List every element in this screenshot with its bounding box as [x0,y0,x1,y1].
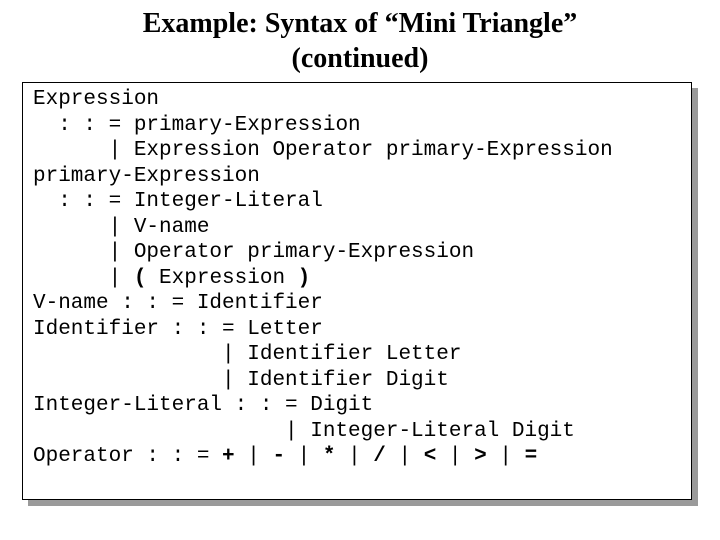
line-8a: | [33,267,134,290]
line-7: | Operator primary-Expression [33,241,474,264]
lparen-bold: ( [134,267,147,290]
grammar-box-wrap: Expression : : = primary-Expression | Ex… [22,82,698,506]
line-9: V-name : : = Identifier [33,292,323,315]
line-10: Identifier : : = Letter [33,318,323,341]
op-plus: + [222,445,235,468]
op-lt: < [424,445,437,468]
sep-2: | [285,445,323,468]
op-gt: > [474,445,487,468]
line-13: Integer-Literal : : = Digit [33,394,373,417]
op-slash: / [373,445,386,468]
title-line-2: (continued) [292,43,429,74]
slide-title: Example: Syntax of “Mini Triangle” (cont… [0,0,720,76]
line-12: | Identifier Digit [33,369,449,392]
line-14: | Integer-Literal Digit [33,420,575,443]
line-4: primary-Expression [33,165,260,188]
op-eq: = [525,445,538,468]
line-3: | Expression Operator primary-Expression [33,139,613,162]
line-11: | Identifier Letter [33,343,461,366]
grammar-code: Expression : : = primary-Expression | Ex… [33,87,681,470]
op-lead: Operator : : = [33,445,222,468]
slide: Example: Syntax of “Mini Triangle” (cont… [0,0,720,540]
line-1: Expression [33,88,159,111]
sep-5: | [436,445,474,468]
sep-3: | [335,445,373,468]
op-minus: - [272,445,285,468]
line-6: | V-name [33,216,209,239]
sep-6: | [487,445,525,468]
op-star: * [323,445,336,468]
sep-4: | [386,445,424,468]
grammar-box: Expression : : = primary-Expression | Ex… [22,82,692,500]
rparen-bold: ) [298,267,311,290]
line-5: : : = Integer-Literal [33,190,323,213]
sep-1: | [235,445,273,468]
title-line-1: Example: Syntax of “Mini Triangle” [143,8,578,39]
line-8b: Expression [146,267,297,290]
line-2: : : = primary-Expression [33,114,361,137]
